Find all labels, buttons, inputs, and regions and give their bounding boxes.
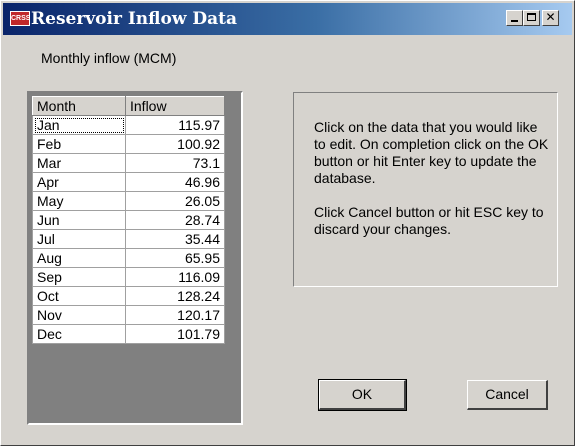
month-cell[interactable]: Sep <box>32 267 126 287</box>
maximize-icon <box>527 13 536 21</box>
cancel-button[interactable]: Cancel <box>467 380 548 410</box>
inflow-cell[interactable]: 128.24 <box>125 286 225 306</box>
close-icon: ✕ <box>545 10 556 24</box>
table-row: Feb 100.92 <box>32 134 225 154</box>
inflow-cell[interactable]: 116.09 <box>125 267 225 287</box>
inflow-cell[interactable]: 120.17 <box>125 305 225 325</box>
month-cell[interactable]: Nov <box>32 305 126 325</box>
table-row: Sep 116.09 <box>32 267 225 287</box>
month-cell[interactable]: Feb <box>32 134 126 154</box>
table-row: May 26.05 <box>32 191 225 211</box>
inflow-table: Month Inflow Jan 115.97 Feb 100.92 Mar 73.1 Ap… <box>32 96 225 344</box>
window-title: Reservoir Inflow Data <box>31 9 238 29</box>
instructions-panel: Click on the data that you would like to… <box>293 92 558 287</box>
inflow-cell[interactable]: 46.96 <box>125 172 225 192</box>
inflow-cell[interactable]: 73.1 <box>125 153 225 173</box>
column-header-inflow[interactable]: Inflow <box>125 96 225 116</box>
month-cell[interactable]: May <box>32 191 126 211</box>
month-cell[interactable]: Jun <box>32 210 126 230</box>
inflow-grid[interactable]: Month Inflow Jan 115.97 Feb 100.92 Mar 73.1 Ap… <box>27 91 243 425</box>
column-header-month[interactable]: Month <box>32 96 126 116</box>
inflow-cell[interactable]: 101.79 <box>125 324 225 344</box>
maximize-button[interactable] <box>523 10 540 26</box>
table-row: Aug 65.95 <box>32 248 225 268</box>
month-cell[interactable]: Oct <box>32 286 126 306</box>
month-cell[interactable]: Jul <box>32 229 126 249</box>
inflow-cell[interactable]: 28.74 <box>125 210 225 230</box>
close-button[interactable]: ✕ <box>542 10 559 26</box>
instructions-text-1: Click on the data that you would like to… <box>314 119 549 186</box>
inflow-cell[interactable]: 65.95 <box>125 248 225 268</box>
table-row: Jan 115.97 <box>32 115 225 135</box>
ok-button[interactable]: OK <box>318 379 407 411</box>
month-cell[interactable]: Jan <box>32 115 126 135</box>
table-row: Apr 46.96 <box>32 172 225 192</box>
reservoir-inflow-dialog: CRSS Reservoir Inflow Data ✕ Monthly inf… <box>0 0 575 446</box>
table-row: Dec 101.79 <box>32 324 225 344</box>
month-cell[interactable]: Aug <box>32 248 126 268</box>
month-cell[interactable]: Apr <box>32 172 126 192</box>
title-bar[interactable]: CRSS Reservoir Inflow Data ✕ <box>3 3 572 35</box>
table-row: Oct 128.24 <box>32 286 225 306</box>
instructions-text-2: Click Cancel button or hit ESC key to di… <box>314 204 544 237</box>
table-row: Jun 28.74 <box>32 210 225 230</box>
inflow-cell[interactable]: 100.92 <box>125 134 225 154</box>
table-row: Mar 73.1 <box>32 153 225 173</box>
month-cell[interactable]: Mar <box>32 153 126 173</box>
table-row: Jul 35.44 <box>32 229 225 249</box>
table-row: Nov 120.17 <box>32 305 225 325</box>
month-cell[interactable]: Dec <box>32 324 126 344</box>
inflow-cell[interactable]: 26.05 <box>125 191 225 211</box>
inflow-cell[interactable]: 35.44 <box>125 229 225 249</box>
app-icon: CRSS <box>10 11 30 26</box>
header-row: Month Inflow <box>32 96 225 116</box>
minimize-button[interactable] <box>506 10 523 26</box>
inflow-cell[interactable]: 115.97 <box>125 115 225 135</box>
minimize-icon <box>511 20 518 22</box>
table-caption: Monthly inflow (MCM) <box>41 50 177 66</box>
